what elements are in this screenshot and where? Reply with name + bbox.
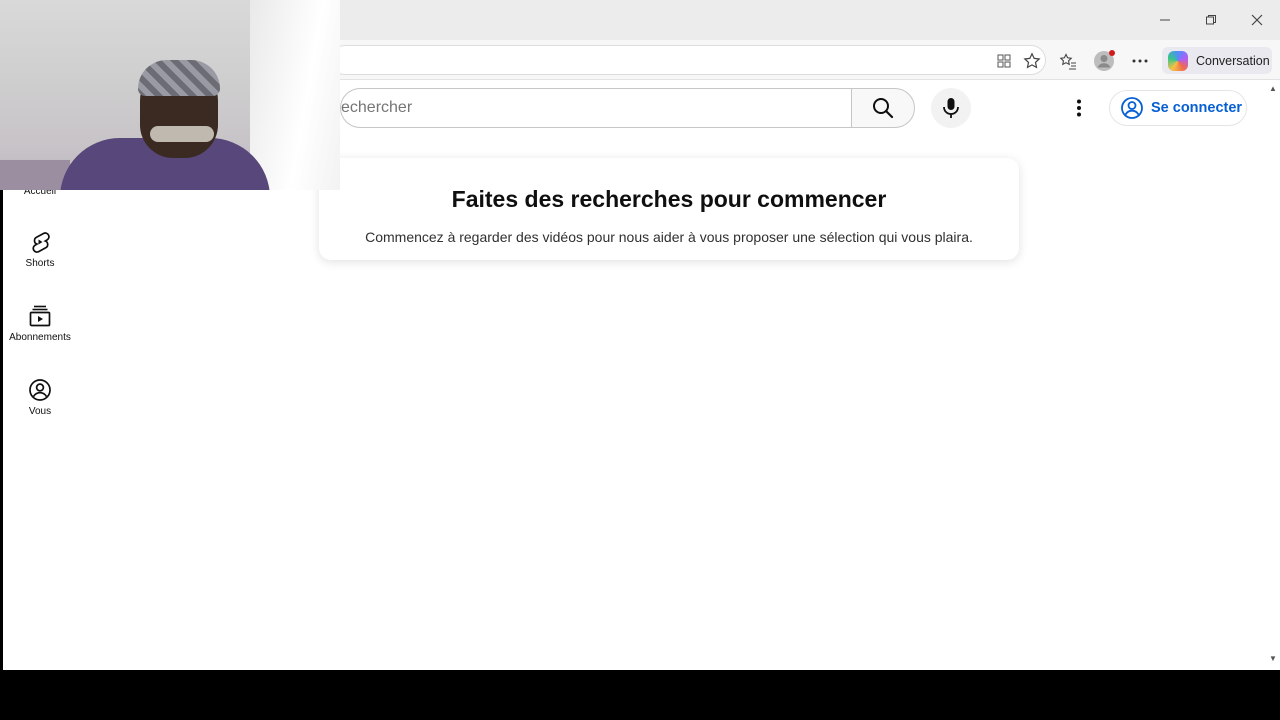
sidebar-item-label: Vous	[28, 406, 52, 417]
account-circle-icon	[1121, 97, 1143, 119]
webcam-person-cap	[138, 60, 220, 96]
microphone-icon	[943, 98, 959, 118]
webcam-background-window	[250, 0, 340, 190]
sidebar-item-label: Shorts	[25, 258, 55, 269]
minimize-icon[interactable]	[1153, 8, 1177, 32]
scroll-up-arrow-icon[interactable]: ▲	[1269, 84, 1277, 93]
search-input[interactable]	[341, 99, 852, 117]
search-box[interactable]	[340, 88, 852, 128]
favorite-star-icon[interactable]	[1021, 50, 1043, 72]
subscriptions-icon	[29, 305, 51, 327]
prompt-subtitle: Commencez à regarder des vidéos pour nou…	[365, 229, 973, 245]
start-searching-card: Faites des recherches pour commencer Com…	[319, 158, 1019, 260]
address-bar[interactable]	[330, 45, 1046, 75]
close-icon[interactable]	[1245, 8, 1269, 32]
webcam-overlay	[0, 0, 340, 190]
webcam-person-glasses	[150, 126, 214, 142]
settings-more-button[interactable]	[1067, 92, 1091, 124]
page-scrollbar[interactable]: ▲ ▼	[1266, 80, 1280, 670]
signin-button[interactable]: Se connecter	[1109, 90, 1247, 126]
scroll-down-arrow-icon[interactable]: ▼	[1269, 654, 1277, 663]
profile-icon[interactable]	[1093, 50, 1115, 72]
shorts-icon	[32, 232, 50, 253]
extensions-icon[interactable]	[993, 50, 1015, 72]
search-button[interactable]	[851, 88, 915, 128]
copilot-button[interactable]: Conversation	[1162, 47, 1272, 74]
restore-icon[interactable]	[1199, 8, 1223, 32]
sidebar-item-shorts[interactable]: Shorts	[3, 230, 77, 294]
webcam-background-object	[0, 160, 70, 190]
favorites-list-icon[interactable]	[1057, 50, 1079, 72]
search-icon	[873, 98, 894, 119]
voice-search-button[interactable]	[931, 88, 971, 128]
copilot-label: Conversation	[1196, 53, 1270, 68]
vertical-dots-icon	[1077, 99, 1081, 117]
more-icon[interactable]	[1129, 50, 1151, 72]
account-icon	[29, 379, 51, 401]
copilot-icon	[1168, 50, 1188, 71]
sidebar-item-label: Abonnements	[9, 332, 71, 343]
sidebar-item-you[interactable]: Vous	[3, 378, 77, 442]
sidebar-item-subscriptions[interactable]: Abonnements	[3, 304, 77, 368]
prompt-title: Faites des recherches pour commencer	[451, 186, 887, 212]
signin-label: Se connecter	[1151, 100, 1243, 116]
